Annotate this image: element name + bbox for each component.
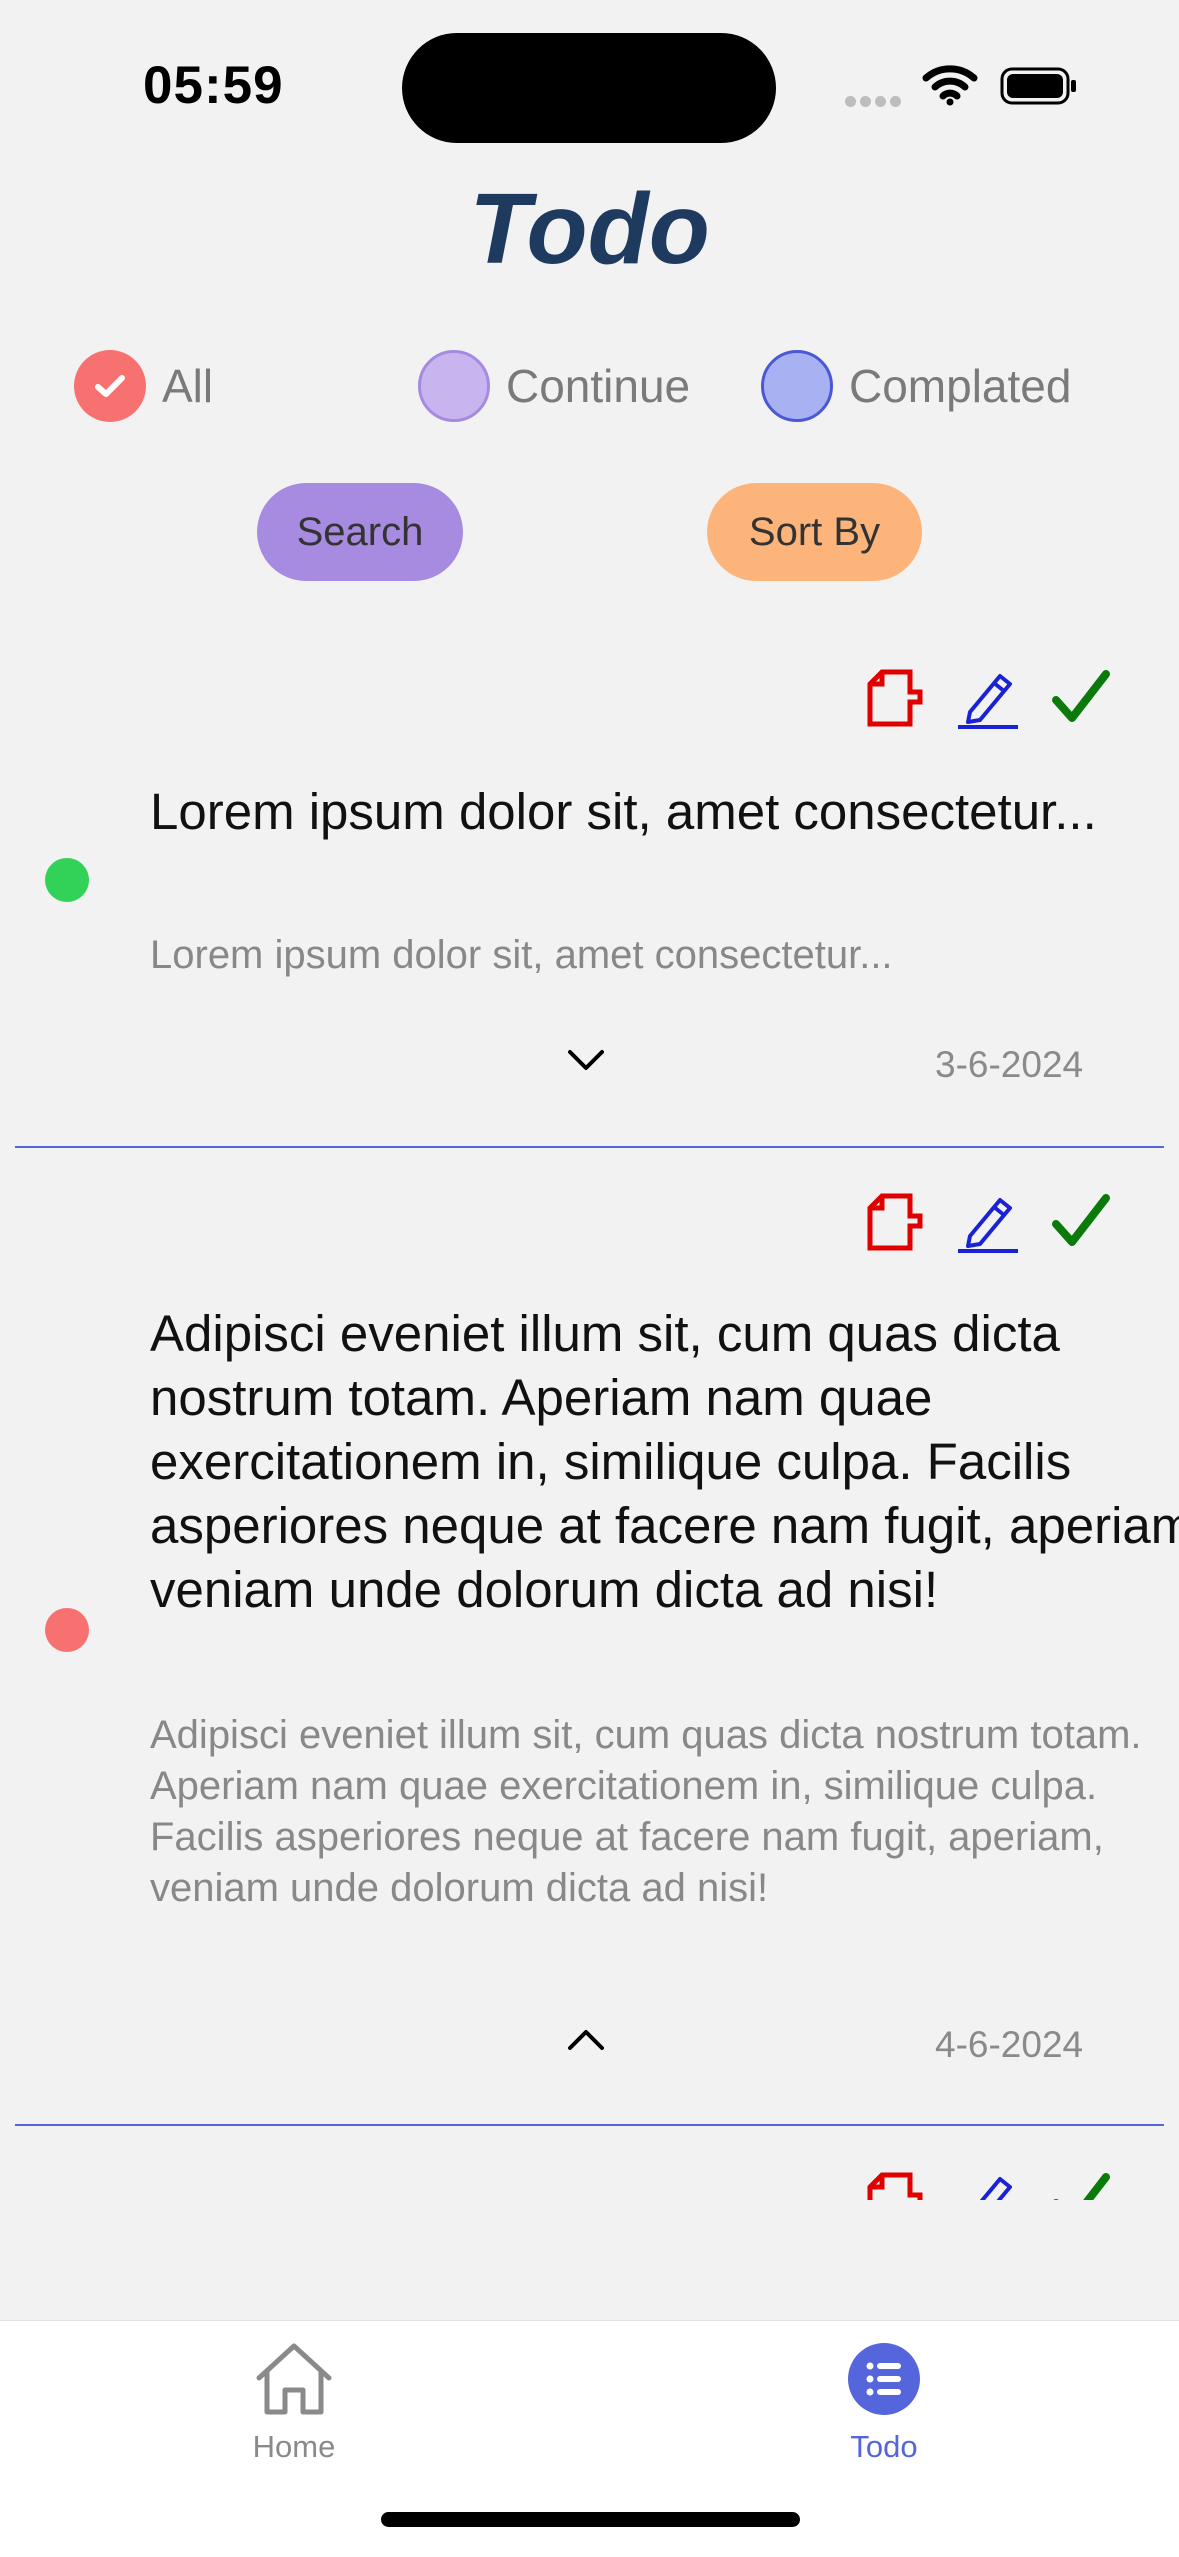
filter-completed-label: Complated <box>849 360 1072 412</box>
status-dot <box>45 858 89 902</box>
todo-date: 3-6-2024 <box>935 1044 1084 1085</box>
home-icon <box>256 2343 332 2415</box>
chevron-up-icon[interactable] <box>566 2024 606 2056</box>
tab-todo[interactable]: Todo <box>784 2340 984 2465</box>
divider <box>15 2124 1164 2126</box>
edit-icon[interactable] <box>956 2169 1020 2200</box>
todo-actions <box>864 2169 1112 2200</box>
todo-actions <box>864 1190 1112 1254</box>
cellular-signal-icon <box>845 94 905 112</box>
divider <box>15 1146 1164 1148</box>
list-icon <box>848 2343 920 2415</box>
complete-check-icon[interactable] <box>1048 666 1112 730</box>
filter-all[interactable]: All <box>74 346 213 426</box>
radio-selected-check-icon[interactable] <box>74 350 146 422</box>
filter-continue-label: Continue <box>506 360 691 412</box>
todo-title: Adipisci eveniet illum sit, cum quas dic… <box>150 1305 1179 1618</box>
delete-icon[interactable] <box>864 666 928 730</box>
complete-check-icon[interactable] <box>1048 2169 1112 2200</box>
search-button[interactable]: Search <box>257 483 463 581</box>
todo-actions <box>864 666 1112 730</box>
wifi-icon <box>922 65 978 106</box>
chevron-down-icon[interactable] <box>566 1044 606 1076</box>
sort-by-button[interactable]: Sort By <box>707 483 922 581</box>
dynamic-island <box>402 33 776 143</box>
todo-title: Lorem ipsum dolor sit, amet consectetur.… <box>150 783 1097 840</box>
todo-description: Lorem ipsum dolor sit, amet consectetur.… <box>150 933 893 977</box>
todo-card-partial <box>0 2150 1179 2200</box>
tab-home[interactable]: Home <box>194 2340 394 2465</box>
tab-todo-label: Todo <box>850 2429 918 2464</box>
edit-icon[interactable] <box>956 666 1020 730</box>
status-dot <box>45 1608 89 1652</box>
filter-all-label: All <box>162 360 214 412</box>
tab-home-label: Home <box>252 2429 336 2464</box>
delete-icon[interactable] <box>864 2169 928 2200</box>
radio-completed[interactable] <box>761 350 833 422</box>
page-title: Todo <box>469 173 710 285</box>
radio-continue[interactable] <box>418 350 490 422</box>
edit-icon[interactable] <box>956 1190 1020 1254</box>
todo-description: Adipisci eveniet illum sit, cum quas dic… <box>150 1713 1142 1910</box>
battery-icon <box>1000 67 1076 105</box>
todo-date: 4-6-2024 <box>935 2024 1084 2065</box>
delete-icon[interactable] <box>864 1190 928 1254</box>
filter-completed[interactable]: Complated <box>761 346 1071 426</box>
complete-check-icon[interactable] <box>1048 1190 1112 1254</box>
home-indicator <box>381 2512 800 2527</box>
status-time: 05:59 <box>143 56 284 115</box>
filter-continue[interactable]: Continue <box>418 346 690 426</box>
